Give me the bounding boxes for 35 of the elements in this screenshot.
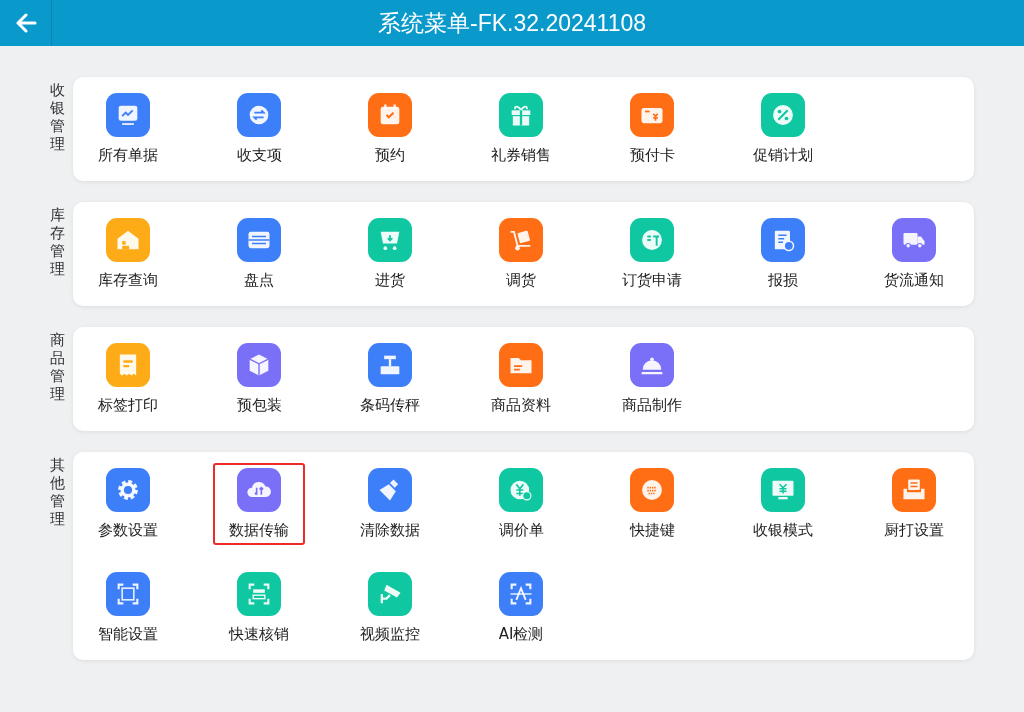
menu-item[interactable]: AI检测: [475, 567, 567, 649]
menu-item[interactable]: 促销计划: [737, 88, 829, 170]
menu-item[interactable]: 报损: [737, 213, 829, 295]
menu-item[interactable]: 所有单据: [82, 88, 174, 170]
menu-item[interactable]: 视频监控: [344, 567, 436, 649]
menu-item[interactable]: 订货申请: [606, 213, 698, 295]
menu-item[interactable]: 商品制作: [606, 338, 698, 420]
menu-item[interactable]: 快速核销: [213, 567, 305, 649]
menu-item[interactable]: 库存查询: [82, 213, 174, 295]
section-label: 库存管理: [50, 205, 65, 280]
menu-item[interactable]: 盘点: [213, 213, 305, 295]
menu-item[interactable]: 预包装: [213, 338, 305, 420]
menu-item[interactable]: 标签打印: [82, 338, 174, 420]
menu-item[interactable]: 礼券销售: [475, 88, 567, 170]
menu-item[interactable]: 进货: [344, 213, 436, 295]
section-label: 其他管理: [50, 455, 65, 530]
menu-item[interactable]: 厨打设置: [868, 463, 960, 545]
menu-item[interactable]: 条码传秤: [344, 338, 436, 420]
menu-item[interactable]: 调价单: [475, 463, 567, 545]
menu-item[interactable]: 快捷键: [606, 463, 698, 545]
menu-item[interactable]: 预约: [344, 88, 436, 170]
menu-item[interactable]: 参数设置: [82, 463, 174, 545]
back-arrow-icon: [14, 13, 37, 33]
menu-item[interactable]: 智能设置: [82, 567, 174, 649]
window-title: 系统菜单-FK.32.20241108: [377, 10, 646, 36]
menu-item[interactable]: 收支项: [213, 88, 305, 170]
section-label: 收银管理: [50, 80, 65, 155]
menu-item[interactable]: 商品资料: [475, 338, 567, 420]
menu-item[interactable]: 清除数据: [344, 463, 436, 545]
menu-item[interactable]: 货流通知: [868, 213, 960, 295]
menu-item[interactable]: 预付卡: [606, 88, 698, 170]
menu-item[interactable]: 调货: [475, 213, 567, 295]
menu-item[interactable]: 数据传输: [213, 463, 305, 545]
section-label: 商品管理: [50, 330, 65, 405]
menu-item[interactable]: 收银模式: [737, 463, 829, 545]
